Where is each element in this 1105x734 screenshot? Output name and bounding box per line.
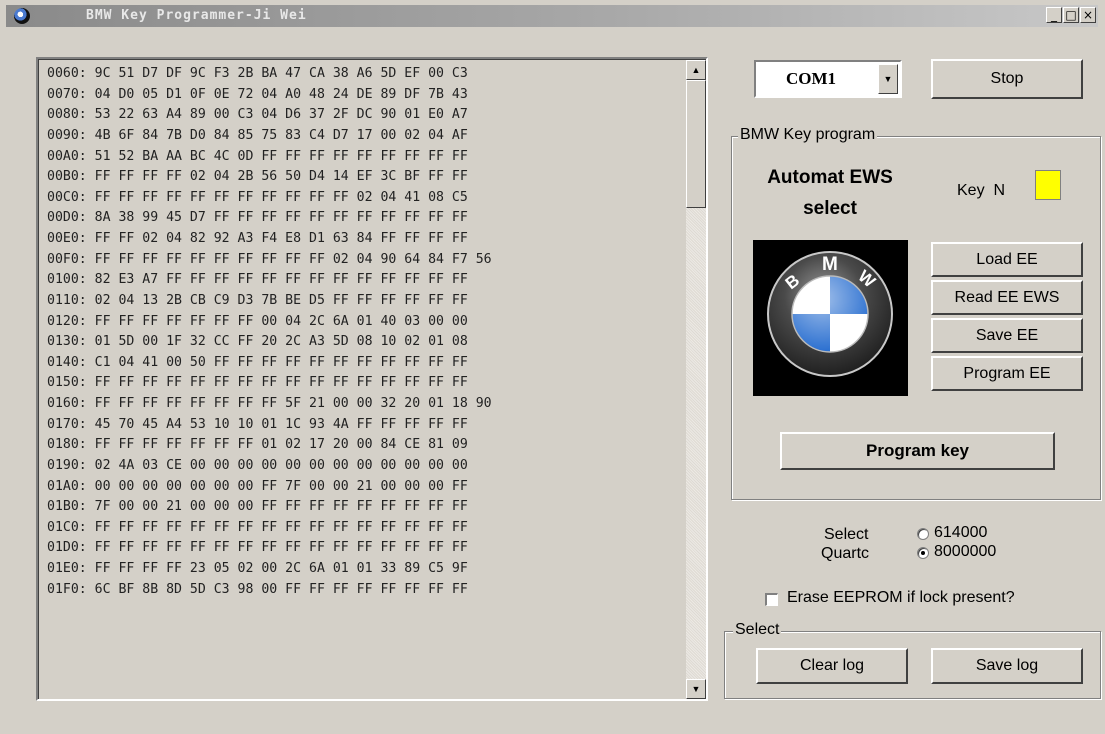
quartz-label-line1: Select — [824, 526, 869, 543]
key-status-indicator — [1035, 170, 1061, 200]
hex-dump-line: 00E0: FF FF 02 04 82 92 A3 F4 E8 D1 63 8… — [47, 231, 468, 246]
vertical-scrollbar[interactable]: ▲ ▼ — [686, 60, 706, 699]
title-bar[interactable]: BMW Key Programmer-Ji Wei _ □ × — [6, 5, 1098, 27]
com-port-select[interactable]: COM1 ▼ — [754, 60, 902, 98]
read-ee-ews-button[interactable]: Read EE EWS — [931, 280, 1083, 315]
window-title: BMW Key Programmer-Ji Wei — [86, 8, 307, 23]
app-window: BMW Key Programmer-Ji Wei _ □ × 0060: 9C… — [0, 0, 1105, 734]
quartz-label-line2: Quartc — [821, 545, 870, 562]
bmw-app-icon — [14, 8, 30, 24]
hex-dump-line: 00D0: 8A 38 99 45 D7 FF FF FF FF FF FF F… — [47, 210, 468, 226]
hex-dump-line: 0090: 4B 6F 84 7B D0 84 85 75 83 C4 D7 1… — [47, 127, 468, 143]
logo-letter-m: M — [822, 254, 838, 275]
hex-dump-lines: 0060: 9C 51 D7 DF 9C F3 2B BA 47 CA 38 A… — [47, 64, 492, 600]
quartz-option-8000000-label: 8000000 — [934, 543, 997, 560]
save-ee-button[interactable]: Save EE — [931, 318, 1083, 353]
hex-dump-line: 0160: FF FF FF FF FF FF FF FF 5F 21 00 0… — [47, 396, 492, 411]
minimize-button[interactable]: _ — [1046, 7, 1062, 23]
maximize-button[interactable]: □ — [1063, 7, 1079, 23]
hex-dump-line: 0060: 9C 51 D7 DF 9C F3 2B BA 47 CA 38 A… — [47, 66, 468, 81]
save-log-button[interactable]: Save log — [931, 648, 1083, 684]
erase-eeprom-checkbox[interactable] — [765, 593, 778, 606]
hex-dump-line: 01C0: FF FF FF FF FF FF FF FF FF FF FF F… — [47, 519, 468, 535]
scroll-down-icon[interactable]: ▼ — [686, 679, 706, 699]
automat-ews-label-line1: Automat EWS — [767, 167, 893, 188]
chevron-down-icon[interactable]: ▼ — [878, 64, 898, 94]
erase-eeprom-label: Erase EEPROM if lock present? — [787, 589, 1015, 606]
hex-dump-line: 0120: FF FF FF FF FF FF FF 00 04 2C 6A 0… — [47, 313, 468, 329]
hex-dump-line: 0150: FF FF FF FF FF FF FF FF FF FF FF F… — [47, 375, 468, 391]
automat-ews-label-line2: select — [803, 198, 857, 219]
quartz-radio-8000000[interactable] — [917, 547, 929, 559]
hex-dump-line: 0070: 04 D0 05 D1 0F 0E 72 04 A0 48 24 D… — [47, 86, 468, 102]
hex-dump-line: 01E0: FF FF FF FF 23 05 02 00 2C 6A 01 0… — [47, 561, 468, 576]
hex-dump-line: 0100: 82 E3 A7 FF FF FF FF FF FF FF FF F… — [47, 272, 468, 288]
hex-dump-frame: 0060: 9C 51 D7 DF 9C F3 2B BA 47 CA 38 A… — [38, 59, 706, 699]
hex-dump-line: 00A0: 51 52 BA AA BC 4C 0D FF FF FF FF F… — [47, 148, 468, 164]
bmw-key-program-label: BMW Key program — [738, 126, 878, 144]
hex-dump-line: 01F0: 6C BF 8B 8D 5D C3 98 00 FF FF FF F… — [47, 581, 468, 597]
program-key-button[interactable]: Program key — [780, 432, 1055, 470]
hex-dump-line: 0140: C1 04 41 00 50 FF FF FF FF FF FF F… — [47, 354, 468, 370]
hex-dump-line: 01D0: FF FF FF FF FF FF FF FF FF FF FF F… — [47, 540, 468, 556]
hex-dump-line: 00B0: FF FF FF FF 02 04 2B 56 50 D4 14 E… — [47, 169, 468, 185]
hex-dump-line: 00C0: FF FF FF FF FF FF FF FF FF FF FF 0… — [47, 189, 468, 205]
hex-dump-line: 0190: 02 4A 03 CE 00 00 00 00 00 00 00 0… — [47, 457, 468, 473]
bmw-logo: B M W — [753, 240, 908, 396]
hex-dump-line: 01A0: 00 00 00 00 00 00 00 FF 7F 00 00 2… — [47, 478, 468, 494]
close-button[interactable]: × — [1080, 7, 1096, 23]
load-ee-button[interactable]: Load EE — [931, 242, 1083, 277]
hex-dump-log[interactable]: 0060: 9C 51 D7 DF 9C F3 2B BA 47 CA 38 A… — [36, 57, 708, 701]
clear-log-button[interactable]: Clear log — [756, 648, 908, 684]
hex-dump-line: 0110: 02 04 13 2B CB C9 D3 7B BE D5 FF F… — [47, 292, 468, 308]
com-port-value: COM1 — [786, 69, 837, 88]
log-group-label: Select — [733, 621, 782, 639]
hex-dump-line: 0130: 01 5D 00 1F 32 CC FF 20 2C A3 5D 0… — [47, 334, 468, 350]
quartz-radio-614000[interactable] — [917, 528, 929, 540]
program-ee-button[interactable]: Program EE — [931, 356, 1083, 391]
key-n-label: Key N — [957, 182, 1006, 199]
scrollbar-thumb[interactable] — [686, 80, 706, 208]
hex-dump-line: 0170: 45 70 45 A4 53 10 10 01 1C 93 4A F… — [47, 416, 468, 432]
quartz-option-614000-label: 614000 — [934, 524, 988, 541]
stop-button[interactable]: Stop — [931, 59, 1083, 99]
hex-dump-line: 0180: FF FF FF FF FF FF FF 01 02 17 20 0… — [47, 437, 468, 453]
hex-dump-line: 00F0: FF FF FF FF FF FF FF FF FF FF 02 0… — [47, 251, 492, 267]
bmw-logo-icon: B M W — [767, 251, 893, 377]
scroll-up-icon[interactable]: ▲ — [686, 60, 706, 80]
hex-dump-line: 01B0: 7F 00 00 21 00 00 00 FF FF FF FF F… — [47, 499, 468, 515]
hex-dump-line: 0080: 53 22 63 A4 89 00 C3 04 D6 37 2F D… — [47, 107, 468, 123]
